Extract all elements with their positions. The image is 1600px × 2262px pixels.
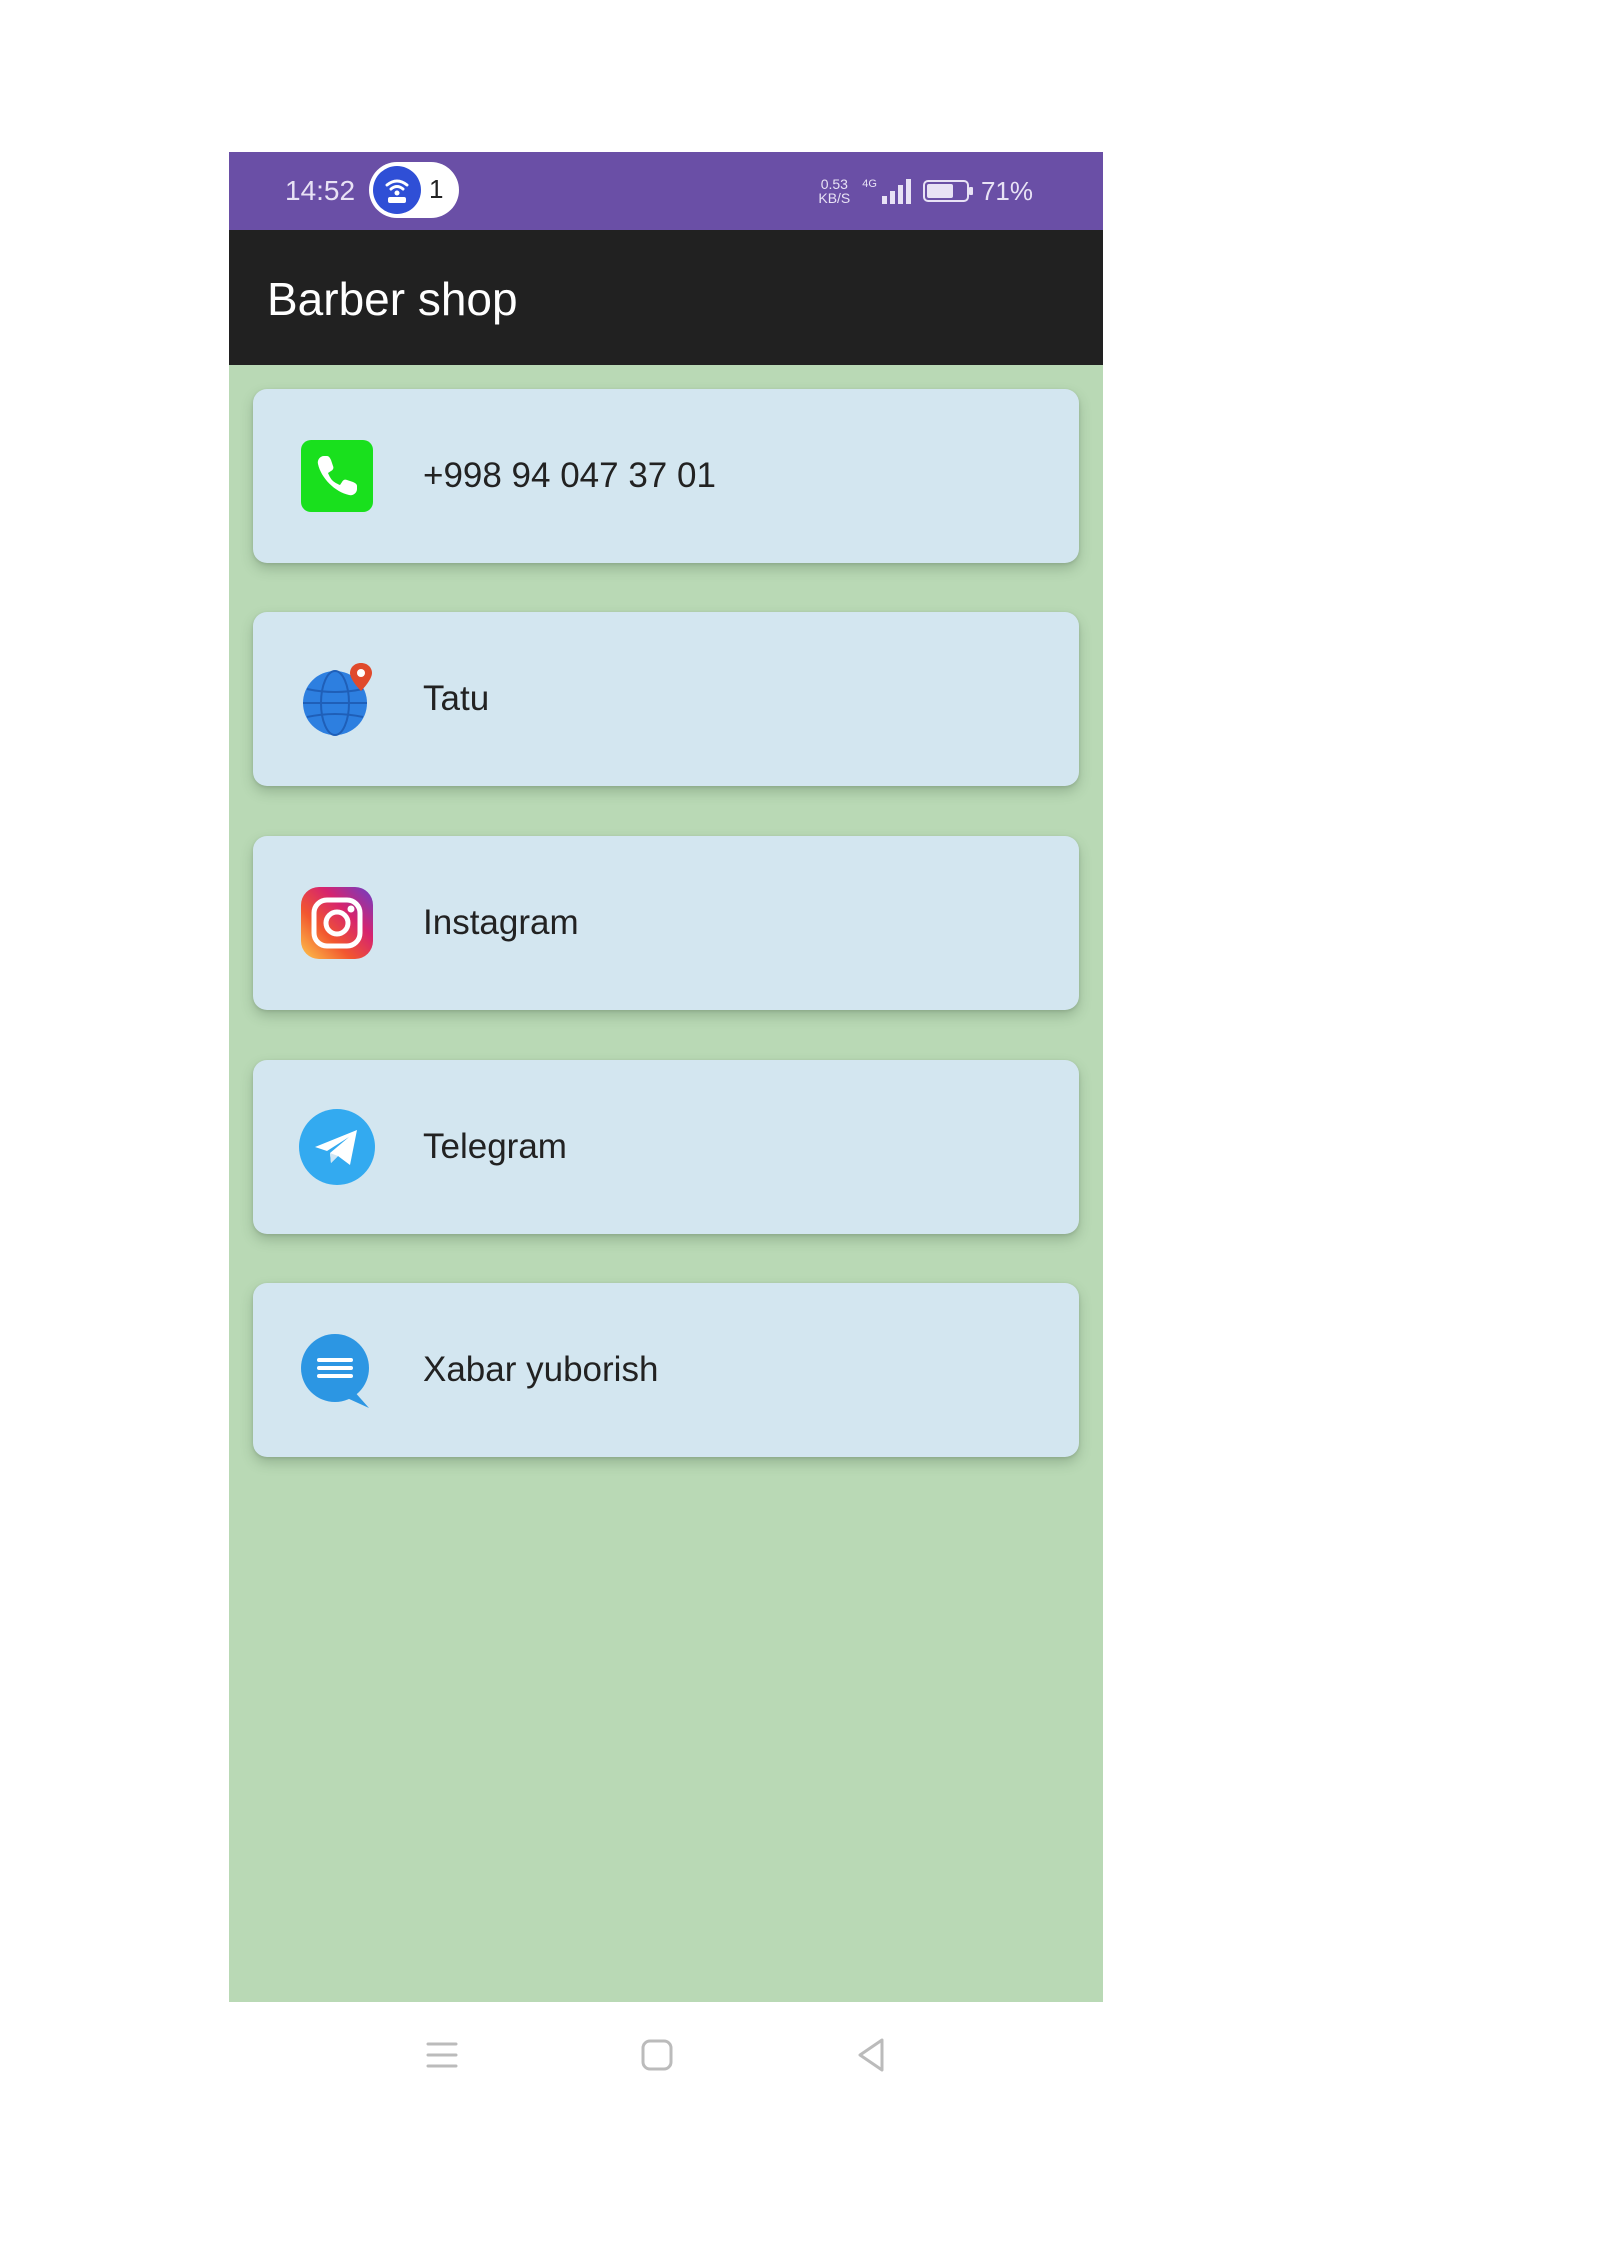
hotspot-indicator[interactable]: 1 [369,162,459,218]
contact-card-phone[interactable]: +998 94 047 37 01 [253,389,1079,563]
contact-list: +998 94 047 37 01 Tatu Instagram Telegra… [229,365,1103,2002]
app-title: Barber shop [267,273,518,325]
message-icon [297,1330,377,1410]
telegram-icon [297,1107,377,1187]
app-bar: Barber shop [229,230,1103,365]
location-label: Tatu [423,679,490,718]
contact-card-message[interactable]: Xabar yuborish [253,1283,1079,1457]
instagram-label: Instagram [423,903,579,942]
phone-screen: 14:52 1 0.53 KB/S 4G 71% Barber shop +99… [229,152,1103,2110]
status-indicators: 0.53 KB/S 4G 71% [818,172,1033,210]
phone-number-label: +998 94 047 37 01 [423,456,716,495]
back-icon[interactable] [846,2030,896,2080]
home-icon[interactable] [631,2030,681,2080]
network-type: 4G [862,178,877,190]
network-speed-value: 0.53 [820,176,848,192]
hotspot-count: 1 [429,174,444,204]
hotspot-icon [373,166,421,214]
telegram-label: Telegram [423,1127,567,1166]
contact-card-instagram[interactable]: Instagram [253,836,1079,1010]
status-bar: 14:52 1 0.53 KB/S 4G 71% [229,152,1103,230]
contact-card-telegram[interactable]: Telegram [253,1060,1079,1234]
network-speed-unit: KB/S [818,190,851,206]
location-globe-icon [297,659,377,739]
contact-card-location[interactable]: Tatu [253,612,1079,786]
menu-icon[interactable] [416,2030,466,2080]
battery-percentage: 71% [980,175,1033,206]
battery-fill [926,184,953,198]
status-time: 14:52 [285,175,356,206]
instagram-icon [297,883,377,963]
phone-icon [297,436,377,516]
network-speed: 0.53 KB/S [818,177,850,205]
signal-icon: 4G [862,178,911,204]
battery-icon [922,180,973,202]
send-message-label: Xabar yuborish [423,1350,659,1389]
navigation-bar [229,2002,1103,2110]
